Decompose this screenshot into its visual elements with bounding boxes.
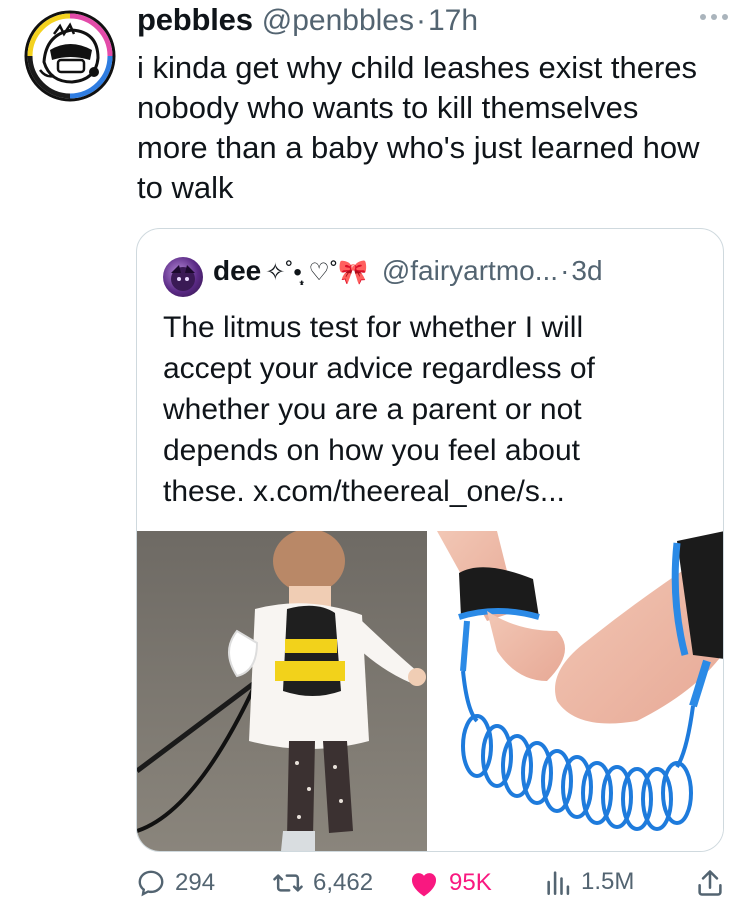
quoted-separator-dot: · bbox=[560, 255, 570, 286]
media-grid bbox=[137, 531, 724, 851]
quoted-author-avatar[interactable] bbox=[163, 257, 203, 297]
quoted-author-name[interactable]: dee bbox=[213, 255, 261, 287]
author-handle[interactable]: @penbbles bbox=[262, 4, 414, 38]
views-button[interactable]: 1.5M bbox=[544, 868, 634, 896]
share-button[interactable] bbox=[696, 868, 724, 898]
separator-dot: · bbox=[415, 4, 426, 37]
quoted-media[interactable] bbox=[137, 531, 724, 851]
author-name[interactable]: pebbles bbox=[137, 2, 253, 38]
wrist-leash-photo[interactable] bbox=[431, 531, 724, 851]
quoted-tweet-text: The litmus test for whether I will accep… bbox=[163, 311, 595, 508]
share-icon bbox=[698, 870, 722, 896]
views-icon bbox=[547, 871, 570, 895]
reply-button[interactable]: 294 bbox=[136, 868, 215, 898]
tweet-timestamp[interactable]: 17h bbox=[428, 4, 478, 38]
action-bar: 294 6,462 95K 1.5M bbox=[136, 868, 726, 904]
views-count: 1.5M bbox=[581, 868, 635, 895]
like-button[interactable]: 95K bbox=[408, 868, 492, 898]
reply-icon bbox=[138, 870, 164, 897]
avatar-illustration bbox=[24, 10, 116, 102]
quoted-author-decoration: ✧˚•̩̩͙ ♡˚🎀 bbox=[265, 258, 368, 287]
quoted-author-handle[interactable]: @fairyartmo... bbox=[382, 255, 558, 287]
quoted-avatar-illustration bbox=[171, 265, 195, 291]
quoted-author-symbols: ✧˚•̩̩͙ ♡˚ bbox=[265, 259, 338, 286]
like-count: 95K bbox=[449, 869, 492, 896]
bow-icon: 🎀 bbox=[337, 259, 368, 286]
quoted-tweet-timestamp[interactable]: 3d bbox=[571, 255, 602, 287]
more-icon[interactable] bbox=[700, 14, 728, 20]
toddler-harness-photo[interactable] bbox=[137, 531, 427, 851]
tweet-header: pebbles @penbbles · 17h bbox=[137, 2, 478, 46]
like-icon bbox=[411, 873, 437, 897]
quoted-tweet-header: dee ✧˚•̩̩͙ ♡˚🎀 @fairyartmo... · 3d bbox=[213, 255, 603, 287]
retweet-button[interactable]: 6,462 bbox=[272, 868, 373, 898]
retweet-icon bbox=[273, 874, 303, 892]
retweet-count: 6,462 bbox=[313, 869, 374, 896]
reply-count: 294 bbox=[175, 869, 216, 896]
author-avatar[interactable] bbox=[24, 10, 116, 102]
tweet-text: i kinda get why child leashes exist ther… bbox=[137, 50, 700, 205]
quoted-tweet-card[interactable]: dee ✧˚•̩̩͙ ♡˚🎀 @fairyartmo... · 3d The l… bbox=[136, 228, 724, 852]
